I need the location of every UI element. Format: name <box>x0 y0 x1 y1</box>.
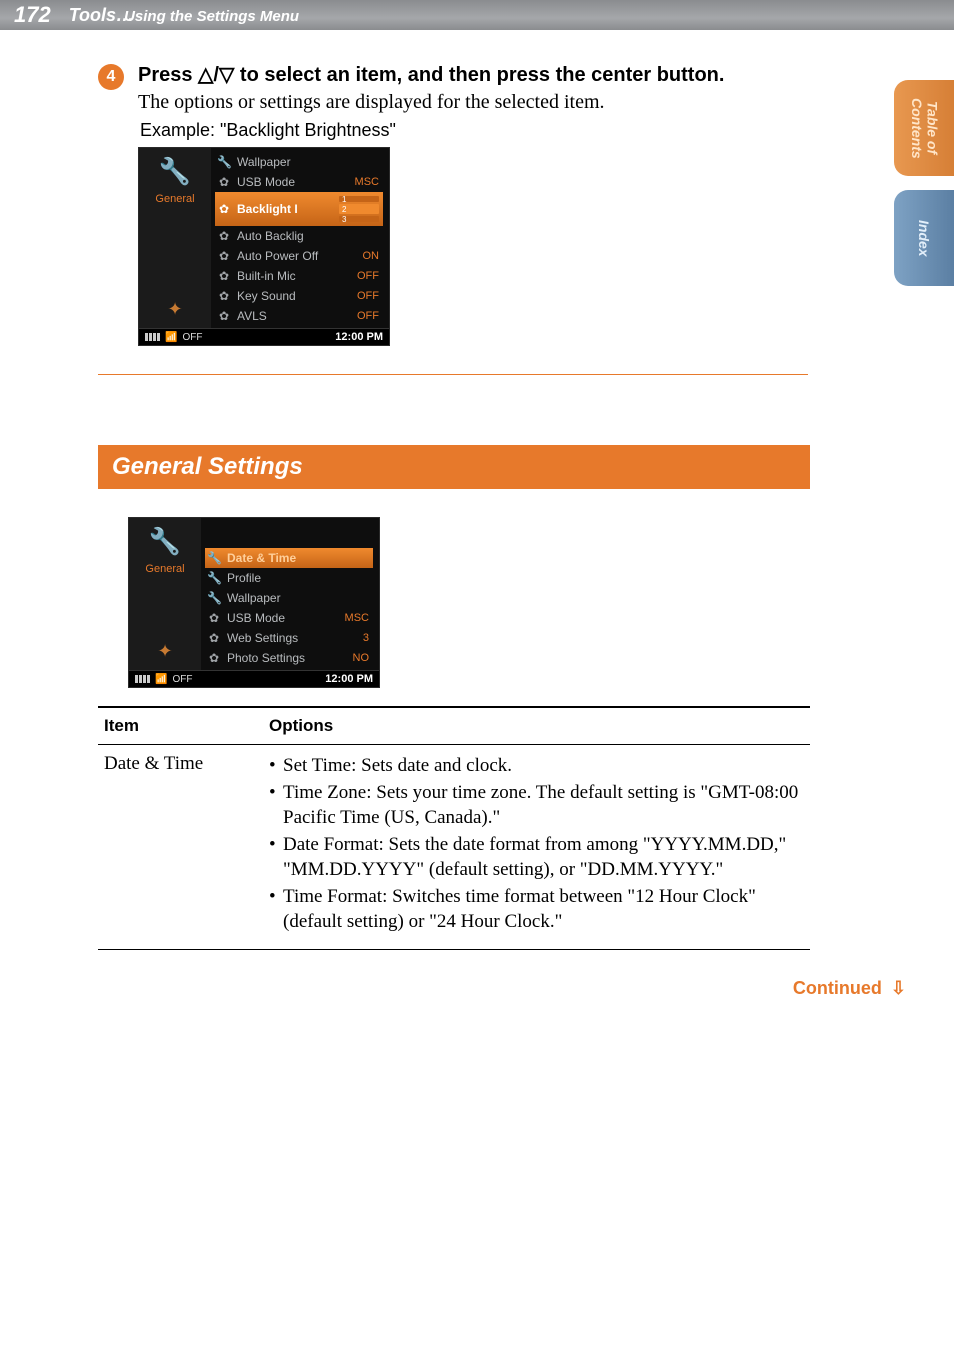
table-cell-options: Set Time: Sets date and clock. Time Zone… <box>263 745 810 950</box>
gear-icon: ✿ <box>217 289 231 303</box>
continued-indicator: Continued ⇩ <box>98 978 906 999</box>
menu-row-key-sound: ✿ Key Sound OFF <box>215 286 383 306</box>
menu-row-builtin-mic: ✿ Built-in Mic OFF <box>215 266 383 286</box>
bullet-time-format: Time Format: Switches time format betwee… <box>269 884 804 934</box>
header-subtitle: Using the Settings Menu <box>124 8 299 25</box>
step-number-badge: 4 <box>98 64 124 90</box>
wrench-icon: 🔧 <box>149 526 181 557</box>
down-arrow-icon: ⇩ <box>891 978 906 998</box>
gear-icon: ✿ <box>207 651 221 665</box>
page-number: 172 <box>14 2 51 28</box>
gear-icon: ✿ <box>217 229 231 243</box>
table-header-options: Options <box>263 707 810 745</box>
status-clock: 12:00 PM <box>335 331 383 343</box>
device-screenshot-1: 🔧 General ✦ 🔧 Wallpaper ✿ USB Mode <box>138 147 390 346</box>
section-heading-general-settings: General Settings <box>98 445 810 489</box>
wrench-icon: 🔧 <box>207 571 221 585</box>
menu-row-date-time-selected: 🔧 Date & Time <box>205 548 373 568</box>
table-header-item: Item <box>98 707 263 745</box>
menu-row-avls: ✿ AVLS OFF <box>215 306 383 326</box>
gear-icon: ✿ <box>207 611 221 625</box>
menu-list-1: 🔧 Wallpaper ✿ USB Mode MSC ✿ Backlight I <box>211 148 389 328</box>
tab-index[interactable]: Index <box>894 190 954 286</box>
menu-row-wallpaper: 🔧 Wallpaper <box>215 152 383 172</box>
status-clock: 12:00 PM <box>325 673 373 685</box>
wrench-icon: 🔧 <box>207 591 221 605</box>
options-table: Item Options Date & Time Set Time: Sets … <box>98 706 810 950</box>
step-4: 4 Press △/▽ to select an item, and then … <box>98 62 834 346</box>
gear-icon: ✿ <box>217 202 231 216</box>
sidebar-label: General <box>145 563 184 575</box>
battery-icon: 📶 OFF <box>135 674 192 685</box>
bullet-time-zone: Time Zone: Sets your time zone. The defa… <box>269 780 804 830</box>
table-cell-item: Date & Time <box>98 745 263 950</box>
step-body: The options or settings are displayed fo… <box>138 91 834 114</box>
bullet-date-format: Date Format: Sets the date format from a… <box>269 832 804 882</box>
gear-icon: ✿ <box>217 269 231 283</box>
device-screenshot-2: 🔧 General ✦ 🔧 Date & Time 🔧 Profile <box>128 517 380 688</box>
menu-row-web-settings: ✿ Web Settings 3 <box>205 628 373 648</box>
sidebar-label: General <box>155 193 194 205</box>
menu-list-2: 🔧 Date & Time 🔧 Profile 🔧 Wallpaper ✿ US… <box>201 518 379 670</box>
wrench-icon: 🔧 <box>159 156 191 187</box>
menu-row-photo-settings: ✿ Photo Settings NO <box>205 648 373 668</box>
step-heading: Press △/▽ to select an item, and then pr… <box>138 62 834 87</box>
menu-row-profile: 🔧 Profile <box>205 568 373 588</box>
divider <box>98 374 808 375</box>
gear-icon: ✿ <box>207 631 221 645</box>
menu-row-auto-power-off: ✿ Auto Power Off ON <box>215 246 383 266</box>
menu-row-wallpaper: 🔧 Wallpaper <box>205 588 373 608</box>
gear-icon: ✿ <box>217 309 231 323</box>
menu-row-backlight-selected: ✿ Backlight I 1 2 3 <box>215 192 383 226</box>
wrench-icon: 🔧 <box>217 155 231 169</box>
brightness-notch-2: 2 <box>339 204 379 214</box>
gear-icon: ✿ <box>217 249 231 263</box>
brightness-notch-1: 1 <box>339 196 379 202</box>
battery-icon: 📶 OFF <box>145 332 202 343</box>
menu-row-usb-mode: ✿ USB Mode MSC <box>215 172 383 192</box>
page-header: 172 Tools… Using the Settings Menu <box>0 0 954 30</box>
gear-icon: ✦ <box>157 641 172 662</box>
menu-row-auto-backlight: ✿ Auto Backlig <box>215 226 383 246</box>
wrench-icon: 🔧 <box>207 551 221 565</box>
example-label: Example: "Backlight Brightness" <box>140 120 834 141</box>
menu-row-usb-mode: ✿ USB Mode MSC <box>205 608 373 628</box>
table-row: Date & Time Set Time: Sets date and cloc… <box>98 745 810 950</box>
gear-icon: ✿ <box>217 175 231 189</box>
brightness-notch-3: 3 <box>339 216 379 222</box>
side-tabs: Table of Contents Index <box>894 80 954 286</box>
tab-table-of-contents[interactable]: Table of Contents <box>894 80 954 176</box>
gear-icon: ✦ <box>167 299 182 320</box>
bullet-set-time: Set Time: Sets date and clock. <box>269 753 804 778</box>
